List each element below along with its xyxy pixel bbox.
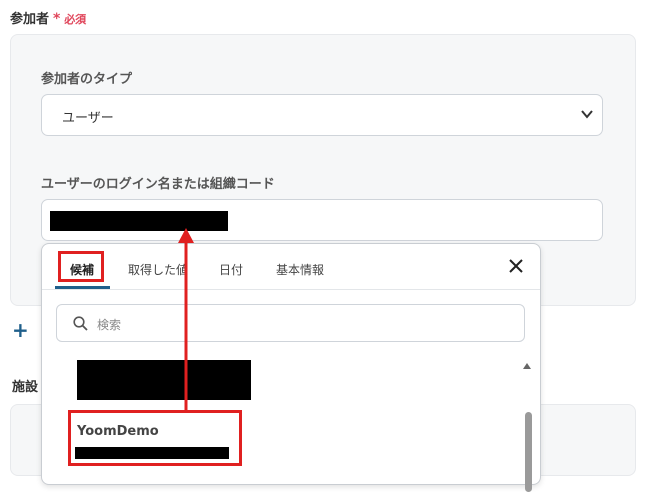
search-icon (73, 316, 88, 331)
required-badge: * 必須 (53, 11, 87, 27)
login-name-input[interactable] (41, 199, 603, 241)
add-icon[interactable]: + (12, 318, 29, 342)
scroll-up-icon[interactable] (522, 362, 532, 370)
participant-type-label: 参加者のタイプ (41, 72, 133, 87)
tabs-divider (42, 289, 540, 290)
scrollbar-thumb[interactable] (525, 412, 532, 492)
tab-date[interactable]: 日付 (219, 261, 243, 278)
tab-basic-info[interactable]: 基本情報 (276, 261, 324, 278)
annotation-arrow-icon (178, 228, 194, 412)
annotation-box-item (68, 410, 242, 466)
required-text: 必須 (64, 13, 87, 26)
annotation-box-tab (58, 251, 104, 282)
participants-label-text: 参加者 (10, 12, 50, 27)
participants-label: 参加者 * 必須 (10, 8, 86, 27)
facility-label: 施設 (12, 380, 39, 395)
chevron-down-icon (581, 110, 593, 119)
search-placeholder: 検索 (97, 318, 122, 332)
participant-type-select[interactable]: ユーザー (41, 94, 603, 136)
redacted-value (50, 211, 228, 231)
close-icon[interactable] (508, 258, 524, 274)
list-item-redacted[interactable] (77, 360, 251, 400)
search-input[interactable]: 検索 (56, 304, 525, 342)
required-star: * (53, 11, 61, 27)
participant-type-value: ユーザー (62, 111, 114, 126)
login-name-label: ユーザーのログイン名または組織コード (41, 177, 275, 192)
